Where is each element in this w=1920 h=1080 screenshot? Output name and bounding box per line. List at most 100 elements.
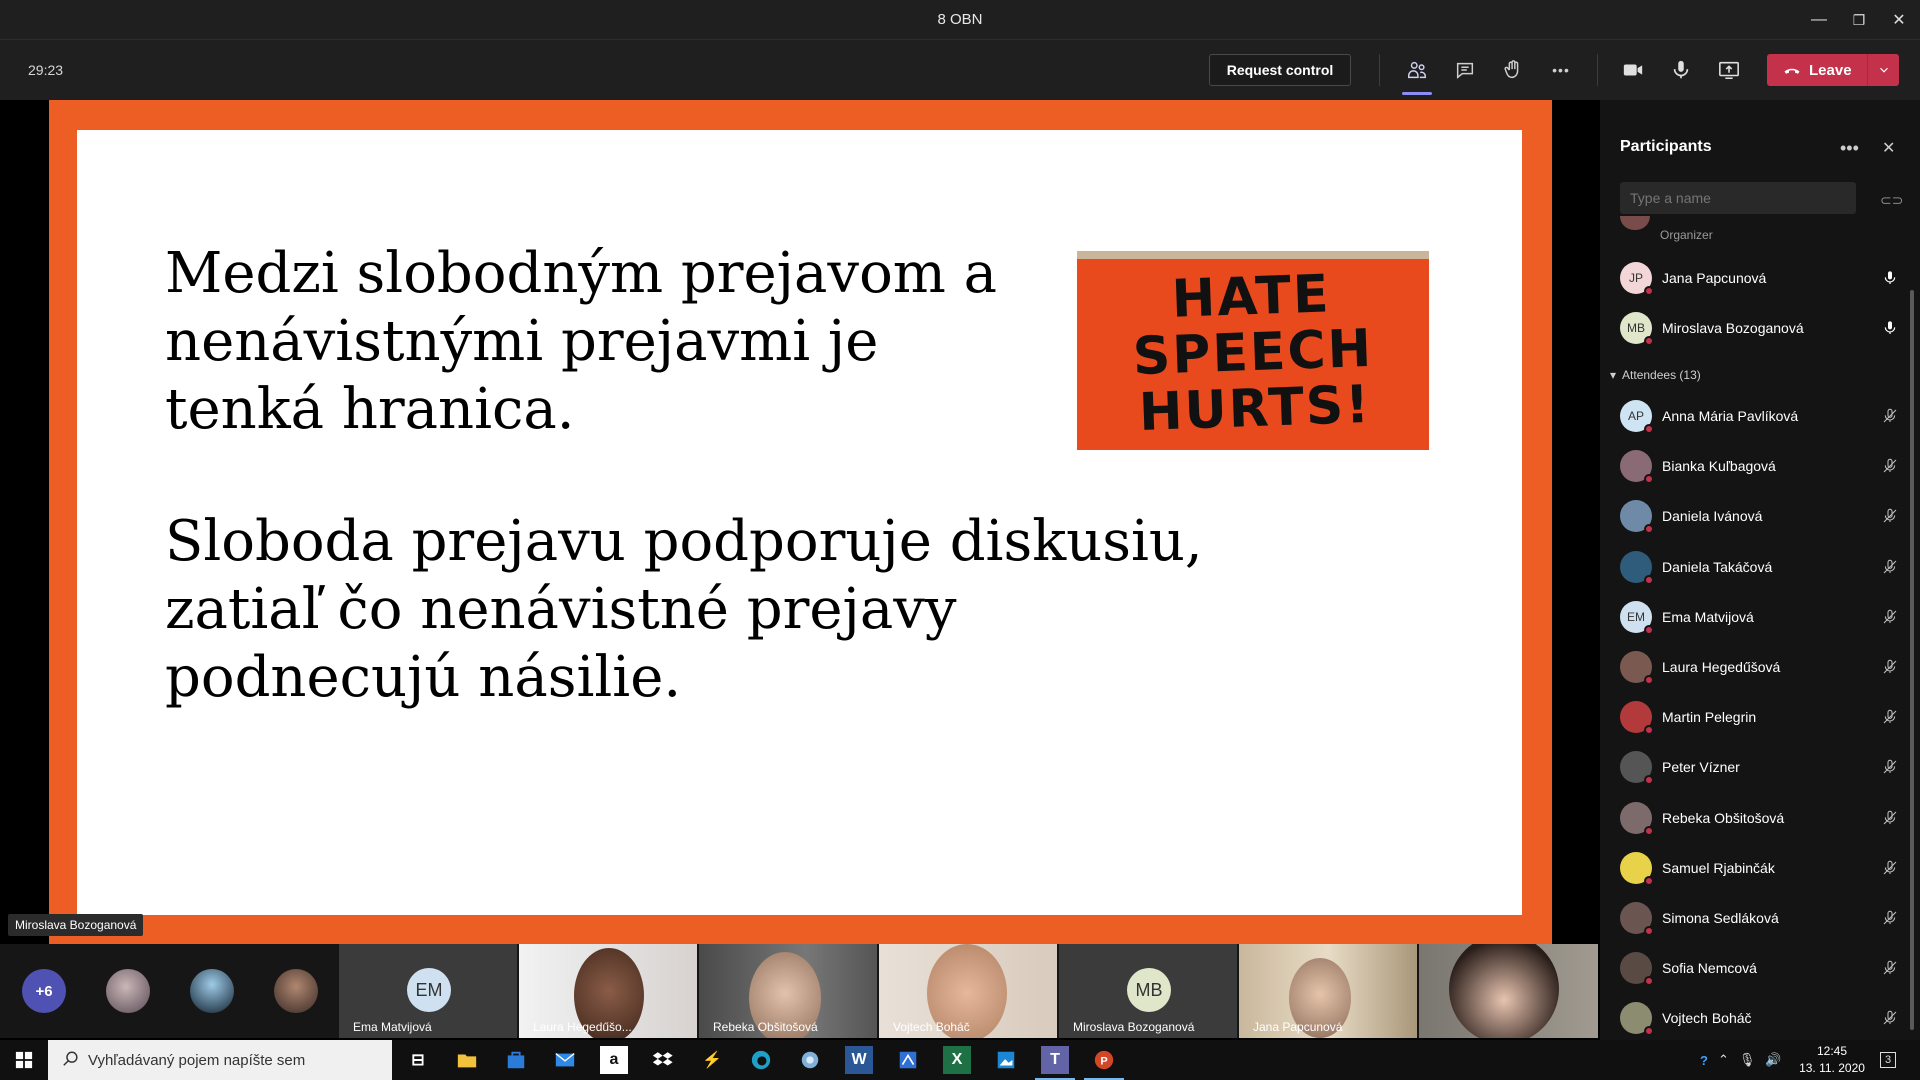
camera-icon[interactable] [1619, 56, 1647, 84]
raise-hand-icon[interactable] [1499, 56, 1527, 84]
muted-microphone-icon [1880, 908, 1900, 928]
presence-dot [1644, 775, 1654, 786]
participant-row[interactable]: EM Ema Matvijová [1620, 592, 1900, 642]
share-screen-icon[interactable] [1715, 56, 1743, 84]
task-view-icon[interactable]: ⊟ [404, 1046, 432, 1074]
participant-avatar[interactable] [190, 969, 234, 1013]
participant-name: Vojtech Boháč [1662, 1010, 1752, 1027]
app-icon[interactable]: ⚡ [698, 1046, 726, 1074]
participant-avatar [1620, 450, 1654, 485]
participant-row[interactable]: Martin Pelegrin [1620, 692, 1900, 742]
participant-search-input[interactable] [1630, 190, 1846, 206]
search-icon [63, 1051, 78, 1066]
participant-row[interactable]: Peter Vízner [1620, 742, 1900, 792]
presence-dot [1644, 825, 1654, 836]
tile-name: Rebeka Obšitošová [713, 1020, 818, 1034]
attendees-header[interactable]: ▾ Attendees (13) [1610, 368, 1701, 382]
video-tile[interactable]: Vojtech Boháč [879, 944, 1057, 1038]
hang-up-icon [1784, 68, 1800, 74]
participant-name: Ema Matvijová [1662, 608, 1754, 625]
microphone-tray-icon[interactable]: 🎙 [1739, 1052, 1756, 1068]
participant-row[interactable]: Bianka Kuľbagová [1620, 441, 1900, 491]
tile-name: Vojtech Boháč [893, 1020, 970, 1034]
chevron-down-icon[interactable] [1868, 63, 1899, 77]
muted-microphone-icon [1880, 757, 1900, 777]
participant-row[interactable]: JP Jana Papcunová [1620, 253, 1900, 303]
participant-avatar [1620, 851, 1654, 886]
video-strip: +6 EM Ema Matvijová Laura Hegedűšo... Re… [0, 944, 1598, 1038]
participant-search[interactable] [1620, 182, 1856, 214]
participant-name: Rebeka Obšitošová [1662, 809, 1785, 826]
participants-icon[interactable] [1403, 56, 1431, 84]
video-tile[interactable]: EM Ema Matvijová [339, 944, 517, 1038]
video-tile[interactable]: MB Miroslava Bozoganová [1059, 944, 1237, 1038]
leave-main[interactable]: Leave [1767, 61, 1867, 79]
participants-title: Participants [1620, 138, 1712, 155]
store-icon[interactable] [502, 1046, 530, 1074]
help-icon[interactable]: ? [1700, 1053, 1708, 1068]
amazon-icon[interactable]: a [600, 1046, 628, 1074]
start-button[interactable] [0, 1040, 48, 1080]
chevron-up-icon[interactable]: ⌃ [1718, 1052, 1729, 1068]
participant-name: Martin Pelegrin [1662, 709, 1757, 726]
participant-row[interactable]: MB Miroslava Bozoganová [1620, 303, 1900, 353]
request-control-button[interactable]: Request control [1209, 54, 1351, 86]
photos-icon[interactable] [796, 1046, 824, 1074]
edge-icon[interactable] [747, 1046, 775, 1074]
overflow-participants-button[interactable]: +6 [22, 969, 66, 1013]
video-tile[interactable]: Jana Papcunová [1239, 944, 1417, 1038]
microphone-icon[interactable] [1667, 56, 1695, 84]
taskbar-search[interactable]: Vyhľadávaný pojem napíšte sem [48, 1040, 392, 1080]
participant-row[interactable]: Sofia Nemcová [1620, 943, 1900, 993]
participant-avatar [1620, 801, 1654, 836]
mail-icon[interactable] [551, 1046, 579, 1074]
teams-icon[interactable]: T [1035, 1046, 1075, 1080]
participant-row[interactable]: Daniela Takáčová [1620, 542, 1900, 592]
system-tray: ? ⌃ 🎙 🔊 [1700, 1040, 1782, 1080]
participants-panel: Participants ••• ✕ ⊂⊃ Organizer JP Jana P… [1600, 100, 1920, 1044]
participant-row[interactable]: Rebeka Obšitošová [1620, 793, 1900, 843]
presence-dot [1644, 524, 1654, 535]
powerpoint-icon[interactable]: P [1084, 1046, 1124, 1080]
app-icon[interactable] [894, 1046, 922, 1074]
tile-name: Ema Matvijová [353, 1020, 432, 1034]
leave-button[interactable]: Leave [1767, 54, 1899, 86]
meeting-toolbar: 29:23 Request control ••• Leave [0, 40, 1920, 100]
participant-avatar[interactable] [106, 969, 150, 1013]
file-explorer-icon[interactable] [453, 1046, 481, 1074]
participant-row[interactable]: Laura Hegedűšová [1620, 642, 1900, 692]
presence-dot [1644, 286, 1654, 296]
participant-avatar [1620, 550, 1654, 585]
app-icon[interactable] [992, 1046, 1020, 1074]
panel-scrollbar[interactable] [1910, 290, 1914, 1030]
participant-row[interactable]: Samuel Rjabinčák [1620, 843, 1900, 893]
taskbar-clock[interactable]: 12:45 13. 11. 2020 [1792, 1043, 1872, 1077]
participant-name: Samuel Rjabinčák [1662, 859, 1775, 876]
taskbar-search-placeholder: Vyhľadávaný pojem napíšte sem [88, 1051, 306, 1069]
participant-row[interactable]: Simona Sedláková [1620, 893, 1900, 943]
excel-icon[interactable]: X [943, 1046, 971, 1074]
participant-avatar[interactable] [274, 969, 318, 1013]
link-icon[interactable]: ⊂⊃ [1880, 192, 1903, 209]
participant-name: Jana Papcunová [1662, 270, 1767, 286]
presence-dot [1644, 474, 1654, 485]
notification-center-icon[interactable]: 3 [1880, 1040, 1897, 1080]
participant-row[interactable]: Daniela Ivánová [1620, 491, 1900, 541]
muted-microphone-icon [1880, 406, 1900, 426]
presence-dot [1644, 424, 1654, 434]
participant-row[interactable]: AP Anna Mária Pavlíková [1620, 391, 1900, 441]
close-button[interactable]: ✕ [1876, 0, 1920, 40]
close-panel-icon[interactable]: ✕ [1882, 138, 1895, 158]
video-tile[interactable]: Laura Hegedűšo... [519, 944, 697, 1038]
participant-name: Miroslava Bozoganová [1662, 320, 1804, 337]
video-tile[interactable]: Rebeka Obšitošová [699, 944, 877, 1038]
video-tile[interactable] [1419, 944, 1598, 1038]
more-actions-icon[interactable]: ••• [1547, 56, 1575, 84]
dropbox-icon[interactable] [649, 1046, 677, 1074]
chat-icon[interactable] [1451, 56, 1479, 84]
notification-count: 3 [1880, 1052, 1897, 1068]
participant-row[interactable]: Vojtech Boháč [1620, 993, 1900, 1043]
more-options-icon[interactable]: ••• [1840, 138, 1859, 159]
volume-icon[interactable]: 🔊 [1765, 1052, 1781, 1068]
word-icon[interactable]: W [845, 1046, 873, 1074]
